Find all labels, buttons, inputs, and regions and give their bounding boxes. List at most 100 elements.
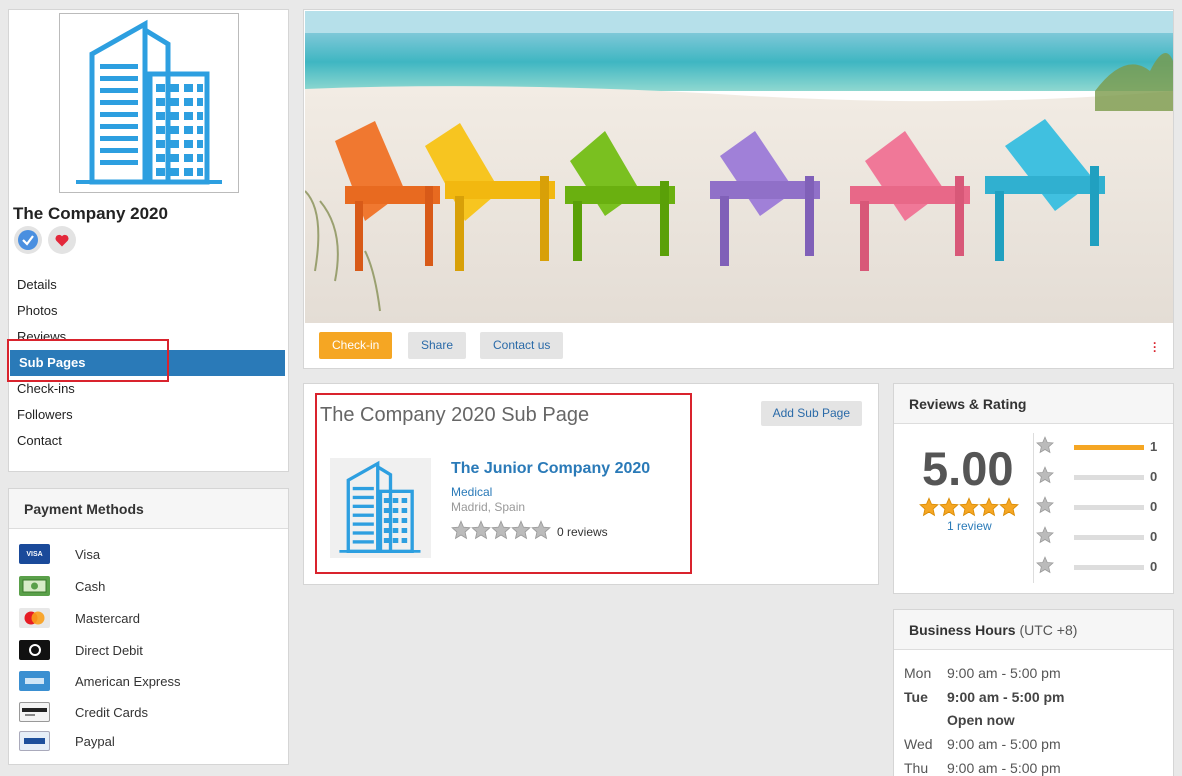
payment-label: Visa <box>75 546 101 562</box>
nav-item-reviews[interactable]: Reviews <box>9 324 288 350</box>
star-icon <box>999 497 1019 522</box>
nav-item-details[interactable]: Details <box>9 272 288 298</box>
rating-row-1-star: 0 <box>1036 556 1171 576</box>
rating-bar <box>1074 505 1144 510</box>
nav-item-photos[interactable]: Photos <box>9 298 288 324</box>
cover-panel: Check-in Share Contact us · · · <box>303 9 1174 369</box>
business-hours-title: Business Hours (UTC +8) <box>894 610 1173 650</box>
payment-item-paypal: Paypal <box>19 729 115 753</box>
verified-badge[interactable] <box>14 226 42 254</box>
hours-day: Thu <box>904 760 929 776</box>
rating-row-5-star: 1 <box>1036 436 1171 456</box>
payment-methods-title: Payment Methods <box>9 489 288 529</box>
hours-time: 9:00 am - 5:00 pm <box>947 665 1061 681</box>
payment-item-direct-debit: Direct Debit <box>19 638 143 662</box>
rating-bar <box>1074 565 1144 570</box>
rating-count: 0 <box>1150 529 1158 544</box>
star-icon <box>451 520 471 545</box>
direct-debit-icon <box>19 640 50 660</box>
rating-bar <box>1074 445 1144 450</box>
business-hours-panel: Business Hours (UTC +8) Mon 9:00 am - 5:0… <box>893 609 1174 776</box>
average-rating: 5.00 <box>922 442 1014 495</box>
cash-icon <box>19 576 50 596</box>
hours-row-tue: Tue 9:00 am - 5:00 pm <box>904 689 1065 705</box>
star-icon <box>1036 556 1054 579</box>
review-count-link[interactable]: 1 review <box>947 519 992 533</box>
sub-page-category-link[interactable]: Medical <box>451 485 492 499</box>
share-button[interactable]: Share <box>408 332 467 359</box>
check-in-button[interactable]: Check-in <box>319 332 393 359</box>
business-hours-label: Business Hours <box>909 622 1016 638</box>
sub-page-location: Madrid, Spain <box>451 500 526 514</box>
hours-time: 9:00 am - 5:00 pm <box>947 689 1065 705</box>
check-icon <box>18 230 38 250</box>
payment-item-mastercard: Mastercard <box>19 606 140 630</box>
add-sub-page-button[interactable]: Add Sub Page <box>760 401 862 426</box>
rating-row-3-star: 0 <box>1036 496 1171 516</box>
star-icon <box>491 520 511 545</box>
heart-icon <box>55 234 69 246</box>
contact-us-button[interactable]: Contact us <box>480 332 564 359</box>
nav-item-sub-pages[interactable]: Sub Pages <box>10 350 285 376</box>
hours-day: Mon <box>904 665 932 681</box>
amex-icon <box>19 671 50 691</box>
favorite-button[interactable] <box>48 226 76 254</box>
star-icon <box>531 520 551 545</box>
hours-row-thu: Thu 9:00 am - 5:00 pm <box>904 760 1061 776</box>
visa-icon: VISA <box>19 544 50 564</box>
cover-photo <box>305 11 1173 323</box>
rating-count: 1 <box>1150 439 1158 454</box>
sub-page-rating-stars <box>451 520 551 545</box>
paypal-icon <box>19 731 50 751</box>
rating-count: 0 <box>1150 559 1158 574</box>
payment-methods-panel: Payment Methods VISA Visa Cash Mastercar… <box>8 488 289 765</box>
profile-nav: Details Photos Reviews Sub Pages Check-i… <box>9 272 288 454</box>
payment-label: Paypal <box>75 733 115 749</box>
rating-bar-fill <box>1074 445 1144 450</box>
rating-row-2-star: 0 <box>1036 526 1171 546</box>
sub-page-name-link[interactable]: The Junior Company 2020 <box>451 460 650 478</box>
visa-logo-text: VISA <box>26 550 43 558</box>
rating-bar <box>1074 535 1144 540</box>
hours-time: 9:00 am - 5:00 pm <box>947 736 1061 752</box>
payment-label: American Express <box>75 673 181 689</box>
more-options-icon[interactable]: · · · <box>1153 337 1157 357</box>
nav-item-followers[interactable]: Followers <box>9 402 288 428</box>
hours-time: 9:00 am - 5:00 pm <box>947 760 1061 776</box>
company-name: The Company 2020 <box>13 204 168 223</box>
star-icon <box>919 497 939 522</box>
hours-day: Tue <box>904 689 928 705</box>
hours-row-mon: Mon 9:00 am - 5:00 pm <box>904 665 1061 681</box>
nav-item-check-ins[interactable]: Check-ins <box>9 376 288 402</box>
mastercard-icon <box>19 608 50 628</box>
credit-card-icon <box>19 702 50 722</box>
star-icon <box>1036 526 1054 549</box>
star-icon <box>471 520 491 545</box>
payment-label: Mastercard <box>75 610 141 626</box>
star-icon <box>511 520 531 545</box>
sub-page-review-count: 0 reviews <box>557 525 608 539</box>
open-now-label: Open now <box>947 712 1015 728</box>
payment-label: Credit Cards <box>75 704 148 720</box>
payment-item-cash: Cash <box>19 574 105 598</box>
sub-page-title: The Company 2020 Sub Page <box>320 404 590 426</box>
rating-bar <box>1074 475 1144 480</box>
profile-panel: The Company 2020 Details Photos Reviews … <box>8 9 289 472</box>
reviews-rating-title: Reviews & Rating <box>894 384 1173 424</box>
building-icon <box>339 460 421 553</box>
sub-page-logo[interactable] <box>330 458 431 558</box>
nav-item-contact[interactable]: Contact <box>9 428 288 454</box>
sub-page-panel: The Company 2020 Sub Page Add Sub Page T… <box>303 383 879 585</box>
beach-chairs-image <box>305 11 1173 323</box>
rating-row-4-star: 0 <box>1036 466 1171 486</box>
star-icon <box>1036 466 1054 489</box>
rating-count: 0 <box>1150 499 1158 514</box>
company-logo <box>59 13 239 193</box>
payment-item-credit-cards: Credit Cards <box>19 700 148 724</box>
payment-item-visa: VISA Visa <box>19 542 100 566</box>
building-icon <box>76 19 222 185</box>
rating-count: 0 <box>1150 469 1158 484</box>
payment-label: Direct Debit <box>75 642 143 658</box>
timezone-label: (UTC +8) <box>1019 622 1078 638</box>
star-icon <box>1036 436 1054 459</box>
